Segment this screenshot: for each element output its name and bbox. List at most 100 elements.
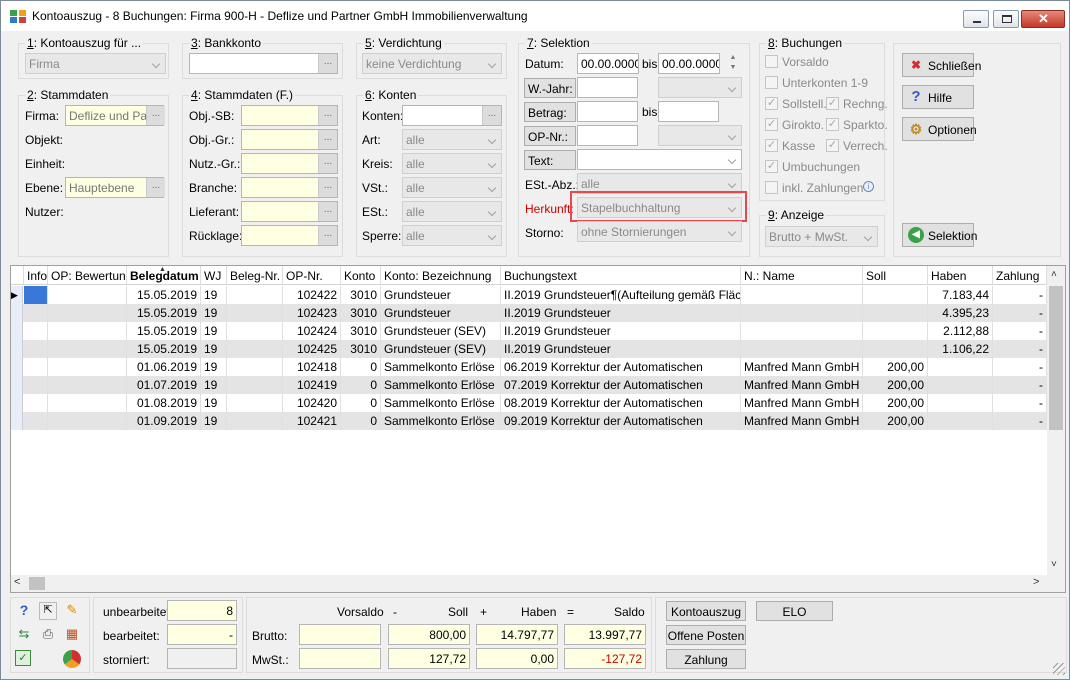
bankkonto-field[interactable] [189,53,338,74]
datum-from-field[interactable]: 00.00.0000 [577,53,639,74]
row-selector[interactable] [11,412,23,430]
col-name[interactable]: N.: Name [741,266,863,285]
col-konto-bezeichnung[interactable]: Konto: Bezeichnung [381,266,501,285]
wjahr-select[interactable] [658,77,742,98]
branche-browse-button[interactable]: ... [318,178,337,197]
op-nr-select[interactable] [658,125,742,146]
datum-to-field[interactable]: 00.00.0000 [658,53,720,74]
rechng-checkbox[interactable]: ✓ [826,97,839,110]
table-row[interactable]: 01.07.2019 19 102419 0 Sammelkonto Erlöse 07.… [11,376,1047,394]
close-window-button[interactable]: ✕ [1021,10,1065,28]
storno-select[interactable]: ohne Stornierungen [577,221,742,242]
unterkonten-checkbox[interactable] [765,76,778,89]
scroll-thumb[interactable] [1049,286,1063,430]
table-row[interactable]: 01.09.2019 19 102421 0 Sammelkonto Erlöse 09.… [11,412,1047,430]
datum-spinner[interactable]: ▲ ▼ [727,53,739,74]
sparkto-checkbox[interactable]: ✓ [826,118,839,131]
col-op-nr[interactable]: OP-Nr. [283,266,341,285]
obj-gr-browse-button[interactable]: ... [318,130,337,149]
betrag-to-field[interactable] [658,101,719,122]
text-button[interactable]: Text: [524,150,576,170]
verrech-checkbox[interactable]: ✓ [826,139,839,152]
verdichtung-select[interactable]: keine Verdichtung [362,53,502,74]
nutz-gr-browse-button[interactable]: ... [318,154,337,173]
col-soll[interactable]: Soll [863,266,928,285]
info-icon[interactable]: i [863,181,874,192]
betrag-button[interactable]: Betrag: [524,102,576,122]
grid-icon[interactable]: ▦ [63,626,81,644]
umbuchungen-checkbox[interactable]: ✓ [765,160,778,173]
checkbox-icon[interactable]: ✓ [15,650,31,666]
table-row[interactable]: 15.05.2019 19 102424 3010 Grundsteuer (SEV) I… [11,322,1047,340]
row-selector[interactable] [11,304,23,322]
betrag-from-field[interactable] [577,101,638,122]
kontoauszug-button[interactable]: Kontoauszug [666,601,746,621]
ruecklage-browse-button[interactable]: ... [318,226,337,245]
table-row[interactable]: ▶ 15.05.2019 19 102422 3010 Grundsteuer II.201… [11,286,1047,304]
bankkonto-browse-button[interactable]: ... [318,54,337,73]
table-row[interactable]: 01.06.2019 19 102418 0 Sammelkonto Erlöse 06.… [11,358,1047,376]
row-selector[interactable] [11,394,23,412]
text-select[interactable] [577,149,742,170]
inkl-zahlungen-checkbox[interactable] [765,181,778,194]
scroll-down-icon[interactable]: ˅ [1051,559,1057,570]
girokto-checkbox[interactable]: ✓ [765,118,778,131]
elo-button[interactable]: ELO [756,601,833,621]
row-selector[interactable] [11,340,23,358]
scroll-left-icon[interactable]: < [14,576,20,588]
firma-browse-button[interactable]: ... [146,106,165,125]
pointer-icon[interactable]: ⇱ [39,602,57,620]
col-beleg-nr[interactable]: Beleg-Nr. [227,266,283,285]
row-selector[interactable] [11,376,23,394]
scroll-up-icon[interactable]: ˄ [1051,269,1057,280]
printer-icon[interactable]: ⎙ [39,626,57,644]
help-button[interactable]: ? Hilfe [902,85,974,109]
sperre-select[interactable]: alle [402,225,502,246]
vst-select[interactable]: alle [402,177,502,198]
col-wj[interactable]: WJ [201,266,227,285]
wjahr-field[interactable] [577,77,638,98]
table-row[interactable]: 15.05.2019 19 102425 3010 Grundsteuer (SEV) I… [11,340,1047,358]
kreis-select[interactable]: alle [402,153,502,174]
obj-sb-browse-button[interactable]: ... [318,106,337,125]
maximize-button[interactable] [993,10,1019,28]
konten-browse-button[interactable]: ... [482,106,501,125]
col-konto[interactable]: Konto [341,266,381,285]
vertical-scrollbar[interactable]: ˄ ˅ [1047,266,1065,576]
row-selector[interactable] [11,358,23,376]
row-selector[interactable] [11,322,23,340]
close-button[interactable]: ✖ Schließen [902,53,981,77]
col-info[interactable]: Info [24,266,48,285]
op-nr-field[interactable] [577,125,638,146]
chart-icon[interactable] [63,650,81,668]
options-button[interactable]: ⚙ Optionen [902,117,977,141]
kontoauszug-select[interactable]: Firma [25,53,166,74]
op-nr-button[interactable]: OP-Nr.: [524,126,576,146]
ebene-browse-button[interactable]: ... [146,178,165,197]
col-zahlung[interactable]: Zahlung [993,266,1047,285]
est-select[interactable]: alle [402,201,502,222]
hscroll-thumb[interactable] [29,577,45,590]
row-selector[interactable]: ▶ [11,286,23,304]
art-select[interactable]: alle [402,129,502,150]
help-icon[interactable]: ? [15,602,33,620]
minimize-button[interactable] [963,10,989,28]
col-haben[interactable]: Haben [928,266,993,285]
col-buchungstext[interactable]: Buchungstext [501,266,741,285]
kasse-checkbox[interactable]: ✓ [765,139,778,152]
lieferant-browse-button[interactable]: ... [318,202,337,221]
zahlung-button[interactable]: Zahlung [666,649,746,669]
offene-posten-button[interactable]: Offene Posten [666,625,746,645]
resize-grip-icon[interactable] [1053,663,1065,675]
table-row[interactable]: 01.08.2019 19 102420 0 Sammelkonto Erlöse 08.… [11,394,1047,412]
sollstell-checkbox[interactable]: ✓ [765,97,778,110]
table-row[interactable]: 15.05.2019 19 102423 3010 Grundsteuer II.2019… [11,304,1047,322]
scroll-right-icon[interactable]: > [1033,576,1039,588]
refresh-icon[interactable]: ⇆ [15,626,33,644]
selection-button[interactable]: ◀ Selektion [902,223,977,247]
pencil-icon[interactable]: ✎ [63,602,81,620]
vorsaldo-checkbox[interactable] [765,55,778,68]
horizontal-scrollbar[interactable]: < > [11,575,1065,592]
anzeige-select[interactable]: Brutto + MwSt. [765,226,878,247]
wjahr-button[interactable]: W.-Jahr: [524,78,576,98]
